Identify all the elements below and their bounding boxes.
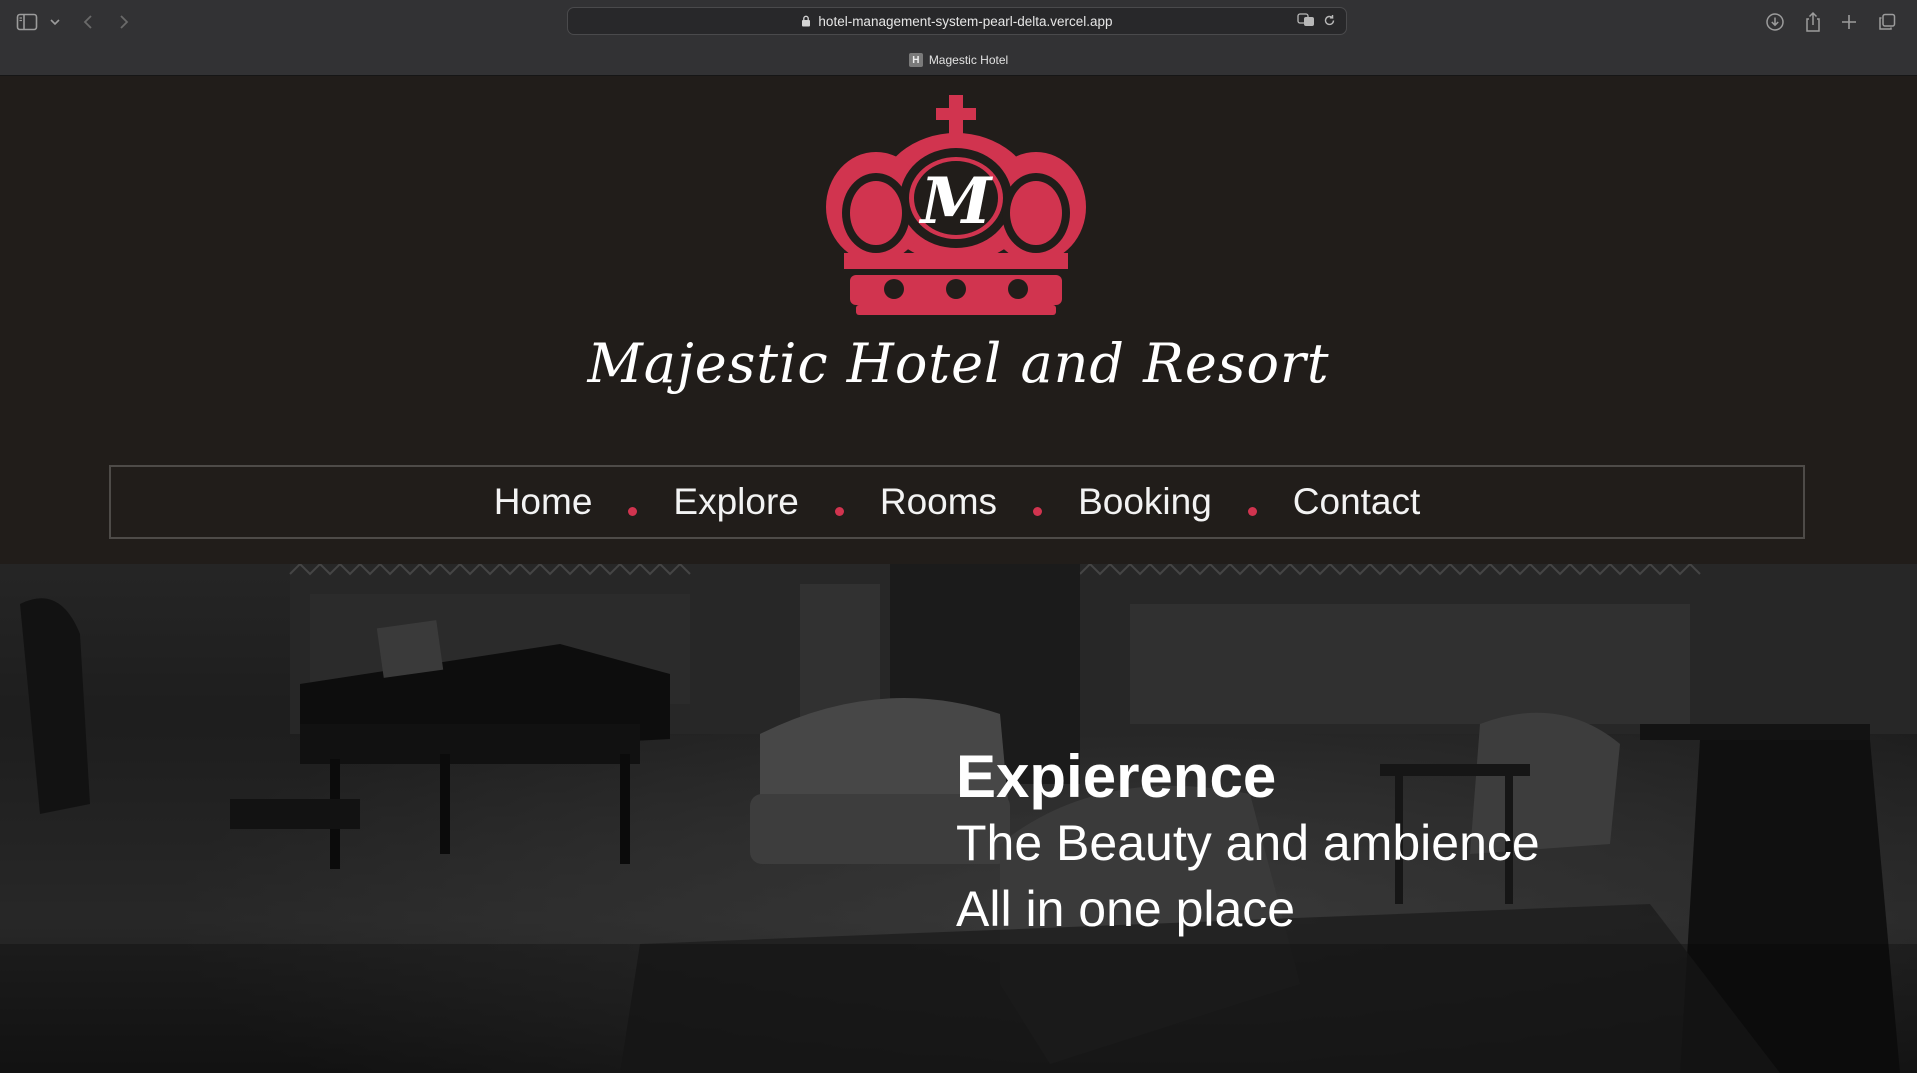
active-tab[interactable]: H Magestic Hotel (0, 53, 1917, 67)
hero-section: Expierence The Beauty and ambience All i… (0, 564, 1917, 1073)
back-icon[interactable] (82, 10, 94, 34)
translate-icon[interactable] (1297, 13, 1315, 30)
sidebar-icon[interactable] (16, 10, 38, 34)
reload-icon[interactable] (1323, 14, 1336, 30)
nav-separator-dot (834, 506, 844, 516)
nav-separator-dot (1247, 506, 1257, 516)
crown-logo[interactable]: M (826, 95, 1086, 322)
chevron-down-icon[interactable] (50, 10, 60, 34)
hero-subtitle-line-1: The Beauty and ambience (956, 815, 1540, 871)
forward-icon[interactable] (118, 10, 130, 34)
hero-text: Expierence The Beauty and ambience All i… (956, 744, 1540, 942)
nav-separator-dot (1033, 506, 1043, 516)
nav-explore[interactable]: Explore (671, 481, 800, 523)
tabs-overview-icon[interactable] (1878, 10, 1896, 34)
hero-subtitle-line-2: All in one place (956, 881, 1296, 937)
download-icon[interactable] (1765, 10, 1785, 34)
logo-monogram: M (919, 164, 994, 239)
share-icon[interactable] (1804, 10, 1822, 34)
browser-toolbar: hotel-management-system-pearl-delta.verc… (0, 0, 1917, 76)
hero-title: Expierence (956, 743, 1277, 810)
brand-name: Majestic Hotel and Resort (587, 332, 1330, 395)
lock-icon (801, 15, 811, 27)
url-text: hotel-management-system-pearl-delta.verc… (818, 13, 1113, 29)
nav-home[interactable]: Home (492, 481, 595, 523)
nav-booking[interactable]: Booking (1076, 481, 1214, 523)
tab-title: Magestic Hotel (928, 53, 1009, 67)
nav-rooms[interactable]: Rooms (878, 481, 999, 523)
address-bar[interactable]: hotel-management-system-pearl-delta.verc… (567, 7, 1347, 35)
nav-contact[interactable]: Contact (1291, 481, 1423, 523)
favicon: H (908, 53, 923, 67)
nav-separator-dot (628, 506, 638, 516)
new-tab-icon[interactable] (1841, 10, 1857, 34)
main-nav: Home Explore Rooms Booking Contact (109, 465, 1805, 539)
